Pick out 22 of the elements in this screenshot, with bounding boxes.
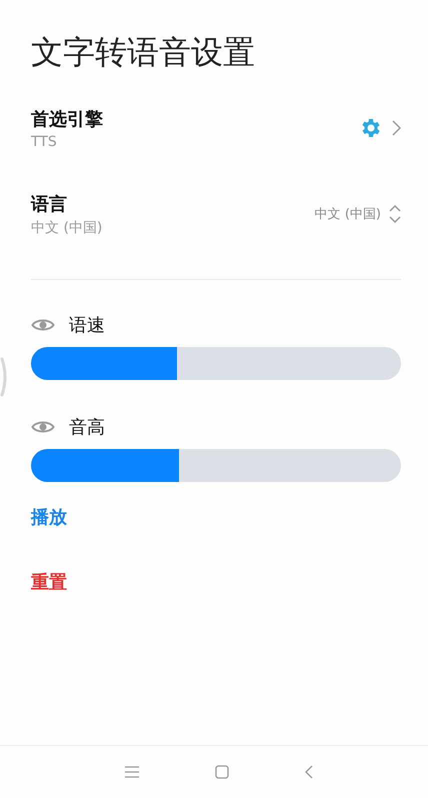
menu-icon[interactable] [125, 766, 139, 778]
slider-track[interactable] [31, 347, 401, 380]
setting-row[interactable]: 语言 中文 (中国) 中文 (中国) [31, 189, 401, 239]
picker-value: 中文 (中国) [314, 206, 381, 223]
setting-value: TTS [31, 134, 58, 150]
setting-value: 中文 (中国) [31, 218, 102, 236]
edge-arc-icon [0, 357, 8, 397]
setting-label: 语言 [31, 192, 68, 216]
slider-label: 语速 [69, 314, 105, 337]
slider-label: 音高 [69, 416, 105, 439]
slider-track[interactable] [31, 449, 401, 482]
back-icon[interactable] [305, 765, 313, 779]
setting-row[interactable]: 首选引擎 TTS [31, 103, 401, 153]
action-link[interactable]: 播放 [31, 504, 67, 530]
chevron-right-icon [391, 120, 401, 136]
setting-label: 首选引擎 [31, 108, 103, 130]
eye-icon[interactable] [31, 419, 55, 435]
action-link[interactable]: 重置 [31, 569, 67, 595]
eye-icon[interactable] [31, 317, 55, 333]
page-title: 文字转语音设置 [31, 32, 256, 73]
up-down-chevron-icon [389, 204, 401, 224]
square-icon[interactable] [215, 765, 229, 779]
